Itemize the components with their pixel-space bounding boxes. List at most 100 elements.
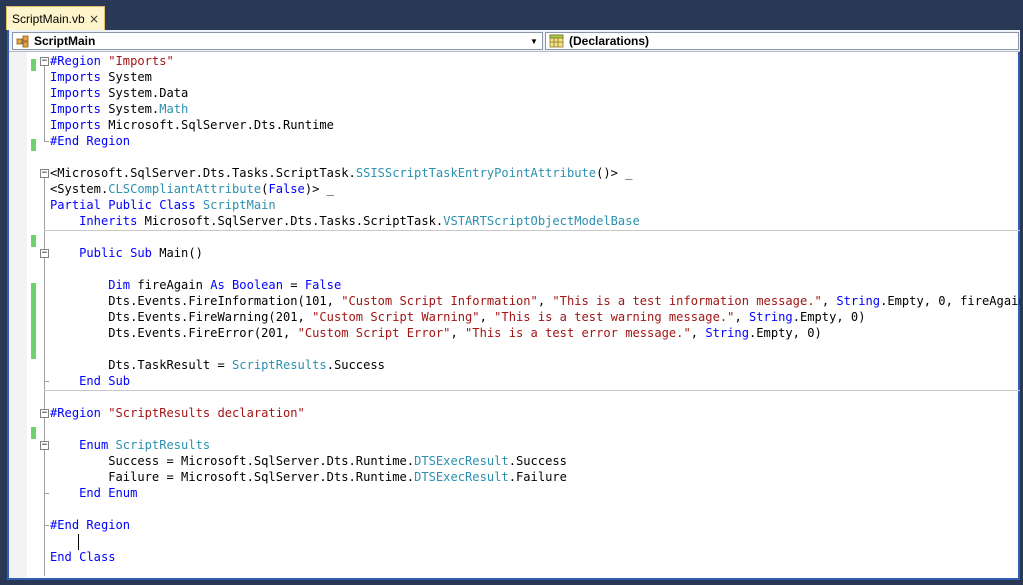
code-line[interactable]: Enum ScriptResults: [50, 437, 210, 453]
code-token: ,: [690, 326, 706, 340]
code-token: Microsoft.SqlServer.Dts.Tasks.ScriptTask…: [137, 214, 444, 228]
code-token: False: [268, 182, 305, 196]
member-dropdown[interactable]: (Declarations): [545, 32, 1019, 50]
code-line[interactable]: Failure = Microsoft.SqlServer.Dts.Runtim…: [50, 469, 567, 485]
code-token: Dts.Events.FireInformation(101,: [50, 294, 342, 308]
close-icon[interactable]: ×: [89, 12, 99, 26]
code-token: fireAgain: [130, 278, 211, 292]
code-line[interactable]: End Sub: [50, 373, 130, 389]
procedure-separator: [44, 230, 1020, 231]
code-area[interactable]: − − − − − #Region "Imports" Imports Syste…: [9, 52, 1020, 578]
code-line[interactable]: Dts.TaskResult = ScriptResults.Success: [50, 357, 385, 373]
code-token: ,: [537, 294, 553, 308]
code-token: False: [304, 278, 342, 292]
code-token: "ScriptResults declaration": [108, 406, 305, 420]
code-token: ScriptMain: [202, 198, 276, 212]
member-dropdown-value: (Declarations): [569, 34, 650, 48]
code-line[interactable]: Imports Microsoft.SqlServer.Dts.Runtime: [50, 117, 334, 133]
code-line[interactable]: Imports System: [50, 69, 152, 85]
code-token: ,: [479, 310, 495, 324]
navigation-bar: ScriptMain ▼ (Declarations): [9, 30, 1020, 52]
collapse-class-icon[interactable]: −: [40, 169, 49, 178]
code-token: Inherits: [79, 214, 138, 228]
code-token: ,: [821, 294, 837, 308]
collapse-region-results-icon[interactable]: −: [40, 409, 49, 418]
code-line[interactable]: Dts.Events.FireInformation(101, "Custom …: [50, 293, 1020, 309]
collapse-region-imports-icon[interactable]: −: [40, 57, 49, 66]
code-token: Dts.TaskResult =: [50, 358, 233, 372]
changed-line-marker: [31, 139, 36, 151]
code-token: "Custom Script Warning": [312, 310, 480, 324]
code-token: .Success: [326, 358, 385, 372]
tab-scriptmain-vb[interactable]: ScriptMain.vb ×: [6, 6, 105, 30]
code-token: System.Data: [100, 86, 189, 100]
code-token: DTSExecResult: [414, 470, 509, 484]
code-token: <System.: [50, 182, 109, 196]
code-token: End Sub: [79, 374, 131, 388]
code-token: Enum: [79, 438, 109, 452]
code-token: SSISScriptTaskEntryPointAttribute: [355, 166, 597, 180]
code-token: VSTARTScriptObjectModelBase: [443, 214, 640, 228]
code-line[interactable]: End Class: [50, 549, 116, 565]
code-token: ,: [450, 326, 466, 340]
outline-end-tick: [44, 381, 49, 382]
collapse-sub-main-icon[interactable]: −: [40, 249, 49, 258]
changed-line-marker: [31, 283, 36, 359]
code-line[interactable]: Dim fireAgain As Boolean = False: [50, 277, 341, 293]
code-token: ScriptResults: [232, 358, 327, 372]
code-token: .Empty, 0): [792, 310, 866, 324]
code-line[interactable]: #Region "Imports": [50, 53, 174, 69]
code-token: .Empty, 0, fireAgain): [880, 294, 1020, 308]
chevron-down-icon[interactable]: ▼: [528, 34, 540, 48]
class-dropdown[interactable]: ScriptMain ▼: [12, 32, 543, 50]
code-token: "Custom Script Error": [297, 326, 451, 340]
code-line[interactable]: Inherits Microsoft.SqlServer.Dts.Tasks.S…: [50, 213, 640, 229]
code-token: Imports: [50, 70, 101, 84]
code-token: Success = Microsoft.SqlServer.Dts.Runtim…: [50, 454, 415, 468]
code-token: Dts.Events.FireError(201,: [50, 326, 298, 340]
procedure-separator: [44, 390, 1020, 391]
code-token: "Custom Script Information": [341, 294, 538, 308]
code-token: "This is a test warning message.": [494, 310, 735, 324]
code-line[interactable]: <System.CLSCompliantAttribute(False)> _: [50, 181, 334, 197]
document-tab-bar: ScriptMain.vb ×: [0, 0, 1023, 30]
code-token: Public Sub: [79, 246, 152, 260]
code-line[interactable]: Dts.Events.FireError(201, "Custom Script…: [50, 325, 822, 341]
code-line[interactable]: Dts.Events.FireWarning(201, "Custom Scri…: [50, 309, 866, 325]
code-token: ()> _: [596, 166, 633, 180]
code-line[interactable]: Public Sub Main(): [50, 245, 203, 261]
code-token: "This is a test error message.": [465, 326, 691, 340]
code-token: "Imports": [108, 54, 174, 68]
code-line[interactable]: Success = Microsoft.SqlServer.Dts.Runtim…: [50, 453, 567, 469]
class-dropdown-value: ScriptMain: [34, 34, 96, 48]
code-token: Imports: [50, 118, 101, 132]
code-token: End Enum: [79, 486, 138, 500]
code-line[interactable]: Imports System.Math: [50, 101, 188, 117]
text-caret: [78, 534, 79, 550]
code-line[interactable]: End Enum: [50, 485, 137, 501]
code-editor: ScriptMain ▼ (Declarations) − − − − − #R…: [7, 30, 1020, 580]
code-token: "This is a test information message.": [552, 294, 822, 308]
code-line[interactable]: Partial Public Class ScriptMain: [50, 197, 276, 213]
code-token: String: [705, 326, 749, 340]
code-line[interactable]: Imports System.Data: [50, 85, 188, 101]
collapse-enum-icon[interactable]: −: [40, 441, 49, 450]
code-token: String: [836, 294, 881, 308]
code-token: System: [100, 70, 152, 84]
code-line[interactable]: <Microsoft.SqlServer.Dts.Tasks.ScriptTas…: [50, 165, 633, 181]
code-token: CLSCompliantAttribute: [108, 182, 262, 196]
code-token: Failure = Microsoft.SqlServer.Dts.Runtim…: [50, 470, 415, 484]
code-token: System.: [100, 102, 160, 116]
code-token: DTSExecResult: [414, 454, 509, 468]
code-token: String: [749, 310, 793, 324]
code-line[interactable]: #End Region: [50, 133, 130, 149]
code-line[interactable]: #Region "ScriptResults declaration": [50, 405, 305, 421]
outline-end-tick: [44, 525, 49, 526]
code-line[interactable]: #End Region: [50, 517, 130, 533]
